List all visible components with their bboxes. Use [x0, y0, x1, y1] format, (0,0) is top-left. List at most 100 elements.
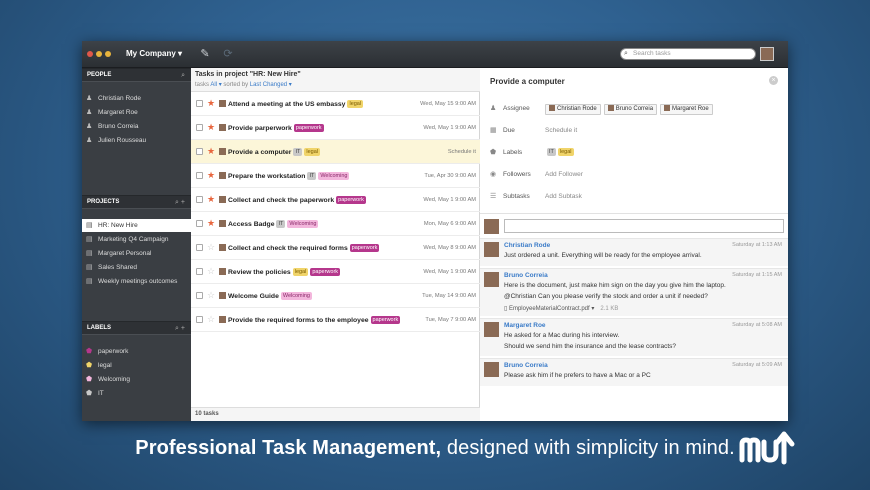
sidebar-item-welcoming[interactable]: ⬟ Welcoming	[82, 373, 191, 386]
star-icon[interactable]: ★	[207, 170, 215, 180]
task-checkbox[interactable]	[196, 292, 203, 299]
sidebar-item-sales-shared[interactable]: ▤ Sales Shared	[82, 261, 191, 274]
star-icon[interactable]: ★	[207, 146, 215, 156]
star-icon[interactable]: ☆	[207, 242, 215, 252]
sort-dropdown[interactable]: Last Changed ▾	[250, 82, 292, 88]
task-title: Prepare the workstation	[228, 173, 306, 180]
avatar-red[interactable]	[87, 51, 93, 57]
task-list-pane: Tasks in project "HR: New Hire" tasks Al…	[191, 68, 480, 421]
sidebar-item-it[interactable]: ⬟ IT	[82, 387, 191, 400]
due-value[interactable]: Schedule it	[545, 124, 577, 138]
sidebar-item-julien-rousseau[interactable]: ♟ Julien Rousseau	[82, 134, 191, 147]
assignee-name: Bruno Correia	[615, 106, 654, 112]
person-icon: ♟	[86, 95, 93, 102]
sidebar-item-hr-new-hire[interactable]: ▤ HR: New Hire	[82, 219, 191, 232]
close-icon[interactable]: ×	[769, 76, 778, 85]
star-icon[interactable]: ★	[207, 122, 215, 132]
star-icon[interactable]: ★	[207, 194, 215, 204]
task-row[interactable]: ★ Attend a meeting at the US embassy legal…	[191, 92, 480, 116]
task-checkbox[interactable]	[196, 196, 203, 203]
assignee-chip[interactable]: Bruno Correia	[603, 104, 658, 115]
list-icon: ☰	[490, 193, 497, 200]
task-checkbox[interactable]	[196, 124, 203, 131]
search-icon[interactable]: ⌕	[181, 69, 185, 82]
calendar-icon: ▦	[490, 127, 497, 134]
task-row[interactable]: ★ Provide parperwork paperwork Wed, May 1 9…	[191, 116, 480, 140]
person-icon: ♟	[86, 123, 93, 130]
new-task-icon[interactable]: ✎	[198, 47, 212, 61]
search-icon[interactable]: ⌕ +	[175, 196, 185, 209]
label-badge: IT	[307, 172, 317, 180]
add-follower-link[interactable]: Add Follower	[545, 168, 583, 182]
task-due-date: Tue, May 7 9:00 AM	[425, 317, 476, 323]
comment-text: Please ask him if he prefers to have a M…	[504, 372, 651, 379]
star-icon[interactable]: ☆	[207, 290, 215, 300]
task-row[interactable]: ☆ Collect and check the required forms pap…	[191, 236, 480, 260]
task-row[interactable]: ☆ Review the policies legal paperwork Wed, M…	[191, 260, 480, 284]
avatar	[219, 196, 226, 203]
task-checkbox[interactable]	[196, 220, 203, 227]
comment-author[interactable]: Bruno Correia	[504, 272, 548, 279]
comment-time: Saturday at 5:08 AM	[732, 322, 782, 328]
task-count-footer: 10 tasks	[191, 407, 480, 421]
tag-icon: ⬟	[86, 362, 93, 369]
filter-dropdown[interactable]: All ▾	[210, 82, 221, 88]
task-row[interactable]: ☆ Provide the required forms to the emplo…	[191, 308, 480, 332]
label-badge[interactable]: IT	[547, 148, 556, 156]
comment-author[interactable]: Margaret Roe	[504, 322, 546, 329]
search-input[interactable]: ⌕ Search tasks	[620, 48, 756, 60]
task-checkbox[interactable]	[196, 268, 203, 275]
task-row[interactable]: ★ Provide a computer IT legal Schedule it	[191, 140, 480, 164]
avatar-yellow-2[interactable]	[105, 51, 111, 57]
star-icon[interactable]: ★	[207, 98, 215, 108]
label-badge[interactable]: legal	[557, 148, 574, 156]
task-checkbox[interactable]	[196, 100, 203, 107]
sidebar-item-bruno-correia[interactable]: ♟ Bruno Correia	[82, 120, 191, 133]
comment-author[interactable]: Bruno Correia	[504, 362, 548, 369]
assignee-chip[interactable]: Margaret Roe	[660, 104, 713, 115]
task-checkbox[interactable]	[196, 148, 203, 155]
sidebar-item-marketing-q4-campaign[interactable]: ▤ Marketing Q4 Campaign	[82, 233, 191, 246]
sidebar-item-paperwork[interactable]: ⬟ paperwork	[82, 345, 191, 358]
assignee-list: Christian Rode Bruno Correia Margaret Roe	[545, 102, 716, 116]
divider	[480, 213, 788, 214]
star-icon[interactable]: ☆	[207, 266, 215, 276]
sidebar: PEOPLE ⌕ ♟ Christian Rode ♟ Margaret Roe ♟ Brun…	[82, 68, 191, 421]
sidebar-item-legal[interactable]: ⬟ legal	[82, 359, 191, 372]
projects-header-label: PROJECTS	[87, 199, 120, 205]
task-checkbox[interactable]	[196, 316, 203, 323]
label-badge: IT	[276, 220, 286, 228]
user-avatar[interactable]	[760, 47, 774, 61]
add-subtask-link[interactable]: Add Subtask	[545, 190, 582, 204]
avatar	[219, 100, 226, 107]
task-row[interactable]: ★ Prepare the workstation IT Welcoming Tue, …	[191, 164, 480, 188]
task-checkbox[interactable]	[196, 172, 203, 179]
sidebar-item-label: Julien Rousseau	[98, 137, 147, 144]
person-icon: ♟	[490, 105, 497, 112]
task-list-subtitle: tasks All ▾ sorted by Last Changed ▾	[195, 81, 292, 88]
attachment[interactable]: ▯ EmployeeMaterialContract.pdf ▾ 2.1 KB	[504, 305, 618, 312]
sidebar-item-weekly-meetings-outcomes[interactable]: ▤ Weekly meetings outcomes	[82, 275, 191, 288]
star-icon[interactable]: ★	[207, 218, 215, 228]
company-selector[interactable]: My Company ▾	[126, 49, 182, 58]
task-checkbox[interactable]	[196, 244, 203, 251]
sidebar-item-margaret-personal[interactable]: ▤ Margaret Personal	[82, 247, 191, 260]
task-title: Provide the required forms to the employ…	[228, 317, 369, 324]
assignee-chip[interactable]: Christian Rode	[545, 104, 601, 115]
star-icon[interactable]: ☆	[207, 314, 215, 324]
sidebar-item-margaret-roe[interactable]: ♟ Margaret Roe	[82, 106, 191, 119]
label-badge: Welcoming	[287, 220, 319, 228]
task-row[interactable]: ★ Collect and check the paperwork paperwor…	[191, 188, 480, 212]
search-icon[interactable]: ⌕ +	[175, 322, 185, 335]
person-icon: ♟	[86, 109, 93, 116]
avatar	[219, 172, 226, 179]
comment-author[interactable]: Christian Rode	[504, 242, 550, 249]
task-row[interactable]: ★ Access Badge IT Welcoming Mon, May 6 9:00 …	[191, 212, 480, 236]
avatar-yellow[interactable]	[96, 51, 102, 57]
avatar	[484, 242, 499, 257]
comment-input[interactable]	[504, 219, 784, 233]
comment-text: Here is the document, just make him sign…	[504, 282, 726, 289]
sidebar-item-christian-rode[interactable]: ♟ Christian Rode	[82, 92, 191, 105]
sync-icon[interactable]: ⟳	[221, 47, 235, 61]
task-row[interactable]: ☆ Welcome Guide Welcoming Tue, May 14 9:00 …	[191, 284, 480, 308]
